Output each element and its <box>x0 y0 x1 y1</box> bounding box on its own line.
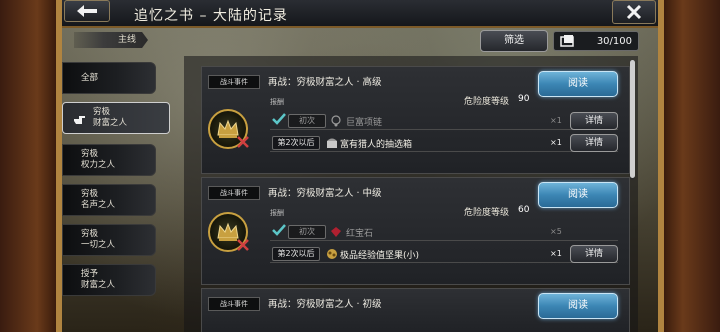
card-title: 再战：穷极财富之人 · 高级 <box>268 77 382 88</box>
read-button[interactable]: 阅读 <box>538 293 618 319</box>
first-time-label: 初次 <box>288 114 326 128</box>
filter-button[interactable]: 筛选 <box>480 30 548 52</box>
sidebar-item-sublabel: 财富之人 <box>93 118 128 128</box>
read-button[interactable]: 阅读 <box>538 182 618 208</box>
cross-icon <box>237 136 249 148</box>
sidebar-item-sublabel: 一切之人 <box>81 240 116 250</box>
counter-value: 30/100 <box>596 35 632 47</box>
danger-level-value: 60 <box>518 205 530 215</box>
sidebar-item-sublabel: 财富之人 <box>81 280 116 290</box>
reward-item-name: 巨富项链 <box>346 118 383 128</box>
event-tag: 战斗事件 <box>208 186 260 200</box>
check-icon <box>272 224 286 236</box>
repeat-label: 第2次以后 <box>272 247 320 261</box>
reward-row-first: 初次 红宝石 ×5 <box>270 224 618 241</box>
event-tag: 战斗事件 <box>208 75 260 89</box>
reward-row-repeat: 第2次以后 富有猎人的抽选箱 ×1 详情 <box>270 134 618 152</box>
read-button[interactable]: 阅读 <box>538 71 618 97</box>
tab-main[interactable]: 主线 <box>74 32 148 48</box>
card-title: 再战：穷极财富之人 · 初级 <box>268 299 382 310</box>
record-card: 战斗事件 再战：穷极财富之人 · 高级 阅读 报酬 危险度等级 90 初次 巨富… <box>201 66 630 174</box>
reward-item-name: 极品经验值坚果(小) <box>340 251 420 261</box>
sidebar-item-all[interactable]: 全部 <box>62 62 156 94</box>
sidebar-item-everything[interactable]: 穷极 一切之人 <box>62 224 156 256</box>
sidebar-item-wealth[interactable]: 穷极 财富之人 <box>62 102 170 134</box>
reward-item-name: 红宝石 <box>346 229 374 239</box>
sidebar-item-label: 穷极 <box>81 149 99 159</box>
reward-row-repeat: 第2次以后 极品经验值坚果(小) ×1 详情 <box>270 245 618 263</box>
danger-level-label: 危险度等级 <box>464 208 510 218</box>
first-time-label: 初次 <box>288 225 326 239</box>
reward-row-first: 初次 巨富项链 ×1 详情 <box>270 112 618 130</box>
card-header: 战斗事件 再战：穷极财富之人 · 初级 阅读 <box>202 293 631 319</box>
cross-icon <box>237 239 249 251</box>
reward-qty: ×1 <box>550 116 562 125</box>
sidebar-item-power[interactable]: 穷极 权力之人 <box>62 144 156 176</box>
reward-qty: ×1 <box>550 138 562 147</box>
reward-item-name: 富有猎人的抽选箱 <box>340 140 413 150</box>
pointing-hand-icon <box>74 116 85 124</box>
card-title: 再战：穷极财富之人 · 中级 <box>268 188 382 199</box>
close-icon <box>626 4 642 20</box>
detail-button[interactable]: 详情 <box>570 245 618 263</box>
card-header: 战斗事件 再战：穷极财富之人 · 中级 阅读 <box>202 182 631 208</box>
close-button[interactable] <box>612 0 656 24</box>
sidebar-item-label: 全部 <box>81 73 99 83</box>
sidebar-item-label: 穷极 <box>81 229 99 239</box>
card-header: 战斗事件 再战：穷极财富之人 · 高级 阅读 <box>202 71 631 97</box>
event-tag: 战斗事件 <box>208 297 260 311</box>
repeat-label: 第2次以后 <box>272 136 320 150</box>
left-frame <box>0 0 62 332</box>
danger-level-label: 危险度等级 <box>464 97 510 107</box>
right-frame <box>658 0 720 332</box>
sidebar-item-grant-wealth[interactable]: 授予 财富之人 <box>62 264 156 296</box>
sidebar-item-label: 穷极 <box>93 107 111 117</box>
back-button[interactable] <box>64 0 110 22</box>
back-arrow-icon <box>77 5 97 17</box>
chest-icon <box>327 138 337 148</box>
necklace-icon <box>331 115 341 127</box>
reward-label: 报酬 <box>270 98 284 106</box>
sidebar-item-label: 授予 <box>81 269 99 279</box>
sidebar-item-sublabel: 名声之人 <box>81 200 116 210</box>
record-counter: 30/100 <box>553 31 639 51</box>
sidebar-item-fame[interactable]: 穷极 名声之人 <box>62 184 156 216</box>
sidebar-item-sublabel: 权力之人 <box>81 160 116 170</box>
sidebar-item-label: 穷极 <box>81 189 99 199</box>
sidebar: 全部 穷极 财富之人 穷极 权力之人 穷极 名声之人 穷极 一切之人 授予 财富… <box>62 58 170 332</box>
scrollbar-thumb[interactable] <box>630 60 635 178</box>
book-icon <box>560 35 574 47</box>
check-icon <box>272 113 286 125</box>
detail-button[interactable]: 详情 <box>570 112 618 130</box>
reward-qty: ×5 <box>550 227 562 236</box>
record-card: 战斗事件 再战：穷极财富之人 · 初级 阅读 <box>201 288 630 332</box>
record-card: 战斗事件 再战：穷极财富之人 · 中级 阅读 报酬 危险度等级 60 初次 红宝… <box>201 177 630 285</box>
ruby-icon <box>331 227 341 237</box>
window-title: 追忆之书 – 大陆的记录 <box>134 8 288 24</box>
reward-label: 报酬 <box>270 209 284 217</box>
nut-icon <box>327 249 337 259</box>
danger-level-value: 90 <box>518 94 530 104</box>
reward-qty: ×1 <box>550 249 562 258</box>
detail-button[interactable]: 详情 <box>570 134 618 152</box>
